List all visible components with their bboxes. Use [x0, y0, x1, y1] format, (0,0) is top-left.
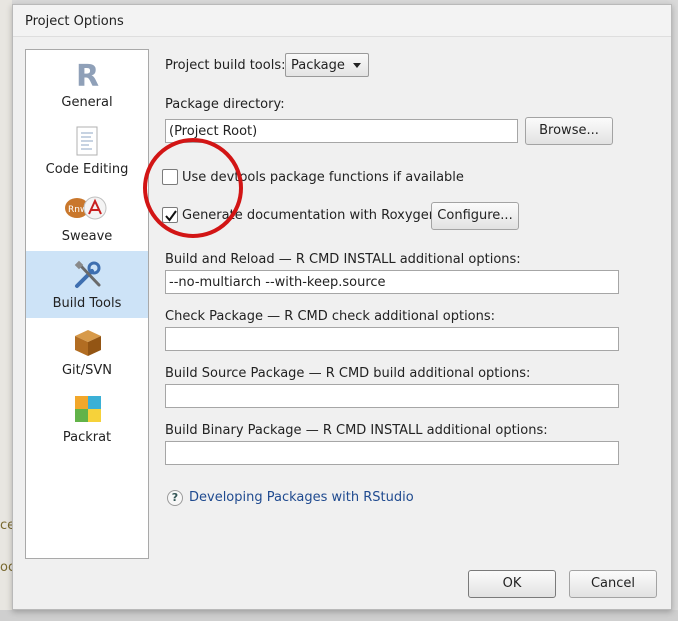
- box-icon: [72, 326, 104, 358]
- help-icon: ?: [167, 490, 183, 506]
- reload-options-field[interactable]: --no-multiarch --with-keep.source: [165, 270, 619, 294]
- tools-icon: [72, 259, 104, 291]
- build-tools-label: Project build tools:: [165, 58, 286, 73]
- sidebar-item-label: Build Tools: [52, 296, 122, 311]
- document-icon: [72, 125, 104, 157]
- sidebar-item-general[interactable]: R General: [26, 50, 148, 117]
- build-tools-select-value: Package: [291, 58, 345, 73]
- sidebar-item-label: Packrat: [62, 430, 112, 445]
- packrat-icon: [72, 393, 104, 425]
- dialog-title: Project Options: [25, 14, 124, 29]
- sidebar-item-code-editing[interactable]: Code Editing: [26, 117, 148, 184]
- binary-options-field[interactable]: [165, 441, 619, 465]
- title-bar[interactable]: Project Options: [13, 5, 671, 37]
- r-logo-icon: R: [72, 58, 104, 94]
- ok-button[interactable]: OK: [468, 570, 556, 598]
- options-sidebar: R General Code Editing Rnw Sweave Build …: [25, 49, 149, 559]
- sidebar-item-label: Code Editing: [45, 162, 129, 177]
- check-options-label: Check Package — R CMD check additional o…: [165, 309, 496, 324]
- cancel-button[interactable]: Cancel: [569, 570, 657, 598]
- sidebar-item-label: Git/SVN: [61, 363, 113, 378]
- sweave-pdf-icon: Rnw: [64, 192, 108, 224]
- build-tools-select[interactable]: Package: [285, 53, 369, 77]
- svg-text:R: R: [76, 59, 99, 90]
- configure-button[interactable]: Configure...: [431, 202, 519, 230]
- reload-options-label: Build and Reload — R CMD INSTALL additio…: [165, 252, 521, 267]
- binary-options-label: Build Binary Package — R CMD INSTALL add…: [165, 423, 548, 438]
- project-options-dialog: Project Options R General Code Editing R…: [12, 4, 672, 610]
- sidebar-item-git-svn[interactable]: Git/SVN: [26, 318, 148, 385]
- sidebar-item-sweave[interactable]: Rnw Sweave: [26, 184, 148, 251]
- package-directory-label: Package directory:: [165, 97, 285, 112]
- sidebar-item-label: Sweave: [61, 229, 113, 244]
- chevron-down-icon: [353, 63, 361, 68]
- sidebar-item-label: General: [61, 95, 113, 110]
- check-options-field[interactable]: [165, 327, 619, 351]
- browse-button[interactable]: Browse...: [525, 117, 613, 145]
- developing-packages-link[interactable]: Developing Packages with RStudio: [189, 490, 414, 505]
- package-directory-field[interactable]: (Project Root): [165, 119, 518, 143]
- source-options-field[interactable]: [165, 384, 619, 408]
- source-options-label: Build Source Package — R CMD build addit…: [165, 366, 531, 381]
- background-panel-bottom: [0, 610, 678, 621]
- sidebar-item-build-tools[interactable]: Build Tools: [26, 251, 148, 318]
- annotation-circle: [143, 138, 243, 238]
- sidebar-item-packrat[interactable]: Packrat: [26, 385, 148, 452]
